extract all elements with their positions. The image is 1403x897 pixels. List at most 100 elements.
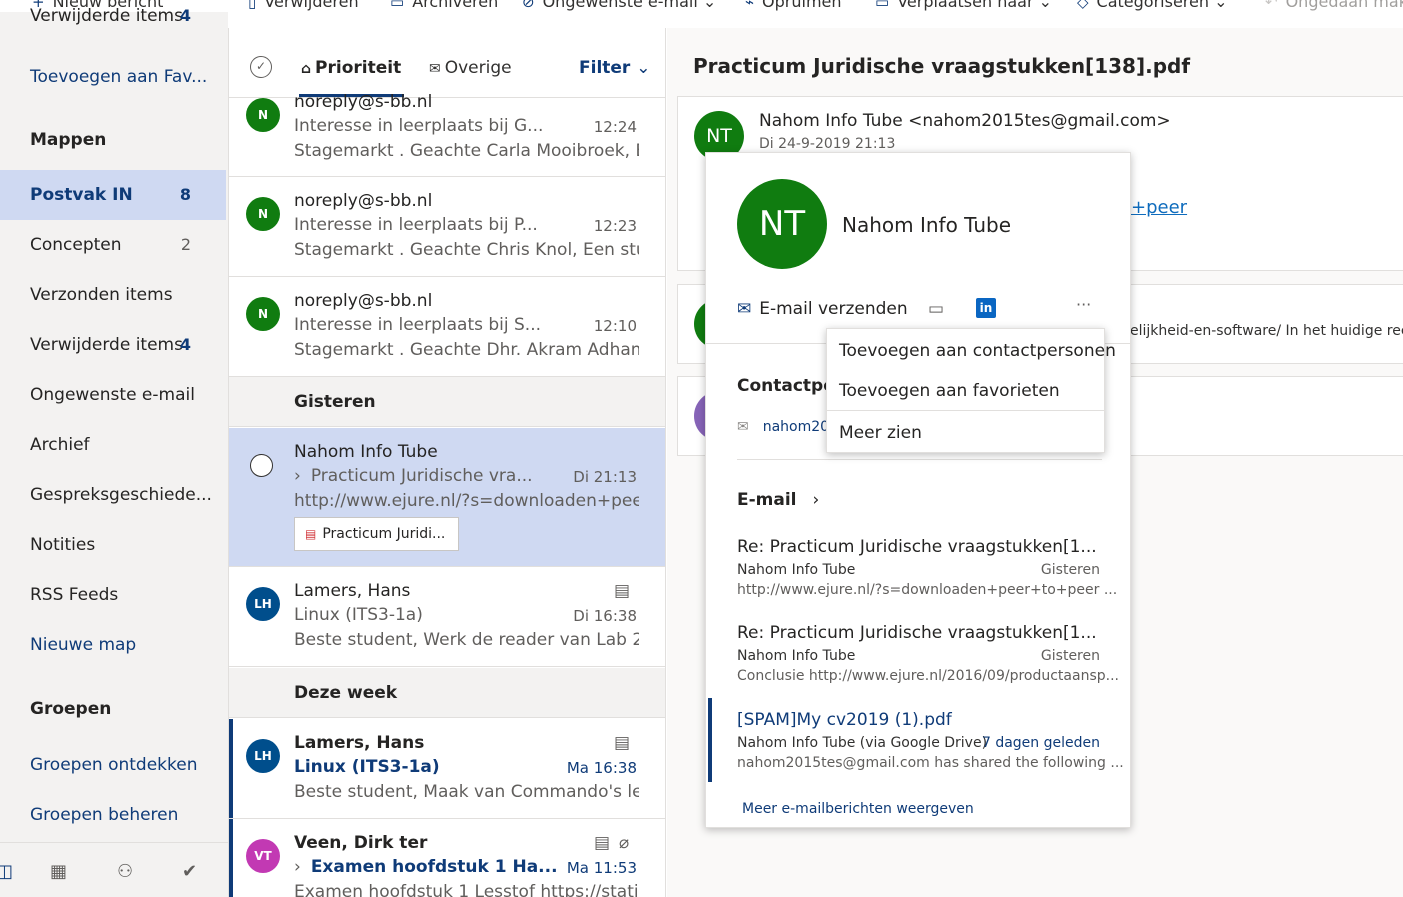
list-item[interactable]: N noreply@s-bb.nl Interesse in leerplaat… — [229, 177, 665, 277]
mail-sender: noreply@s-bb.nl — [294, 291, 433, 311]
sweep-button[interactable]: ⌁ Opruimen — [745, 0, 842, 11]
contact-email[interactable]: ✉ nahom20 — [737, 419, 829, 435]
mail-sender: Nahom Info Tube — [294, 442, 438, 462]
email-subject: Re: Practicum Juridische vraagstukken[1.… — [737, 623, 1097, 643]
nav-item-conversation-history[interactable]: Gespreksgeschiede... — [0, 470, 226, 520]
email-subject: [SPAM]My cv2019 (1).pdf — [737, 710, 952, 730]
more-options-menu: Toevoegen aan contactpersonen Toevoegen … — [826, 328, 1116, 453]
list-item[interactable]: N noreply@s-bb.nl Interesse in leerplaat… — [229, 277, 665, 377]
list-item[interactable]: LH Lamers, Hans ▤ Linux (ITS3-1a) Di 16:… — [229, 567, 665, 667]
tab-other[interactable]: ✉ Overige — [429, 58, 512, 78]
mail-time: 12:24 — [593, 118, 637, 136]
folders-heading: Mappen — [30, 130, 107, 150]
nav-item-sent[interactable]: Verzonden items — [0, 270, 226, 320]
calendar-icon: ▤ — [594, 833, 611, 853]
send-email-button[interactable]: ✉ E-mail verzenden — [737, 299, 908, 319]
mail-time: Di 16:38 — [573, 607, 637, 625]
new-folder-link[interactable]: Nieuwe map — [0, 620, 226, 670]
message-list: ✓ ⌂ Prioriteit ✉ Overige Filter ⌄ N norepl… — [228, 28, 666, 897]
list-item-unread[interactable]: LH Lamers, Hans ▤ Linux (ITS3-1a) Ma 16:… — [229, 719, 665, 819]
avatar: N — [246, 197, 280, 231]
discover-groups-link[interactable]: Groepen ontdekken — [0, 740, 226, 790]
chevron-down-icon: ⌄ — [1214, 0, 1228, 11]
contact-name: Nahom Info Tube — [842, 213, 1012, 237]
block-icon: ⊘ — [522, 0, 535, 11]
nav-item-notes[interactable]: Notities — [0, 520, 226, 570]
list-item-unread[interactable]: VT Veen, Dirk ter ▤ ⌀ › Examen hoofdstuk … — [229, 819, 665, 897]
menu-item-add-contact[interactable]: Toevoegen aan contactpersonen — [839, 341, 1116, 361]
mail-time: Di 21:13 — [573, 468, 637, 486]
more-options-button[interactable]: ··· — [1076, 295, 1091, 314]
chat-icon[interactable]: ▭ — [928, 299, 944, 319]
contact-card: NT Nahom Info Tube ✉ E-mail verzenden ▭ i… — [705, 152, 1131, 828]
avatar: N — [246, 98, 280, 132]
menu-item-see-more[interactable]: Meer zien — [839, 423, 922, 443]
nav-item-deleted-top[interactable]: Verwijderde items 4 — [0, 0, 226, 36]
people-icon[interactable]: ⚇ — [117, 861, 133, 882]
broom-icon: ⌁ — [745, 0, 755, 11]
mail-subject: Examen hoofdstuk 1 Ha... — [310, 857, 558, 877]
email-subject: Re: Practicum Juridische vraagstukken[1.… — [737, 537, 1097, 557]
add-favorite-link[interactable]: Toevoegen aan Fav... — [0, 52, 226, 102]
mail-icon[interactable]: ◫ — [0, 861, 13, 882]
unread-indicator — [229, 819, 233, 897]
manage-groups-link[interactable]: Groepen beheren — [0, 790, 226, 840]
group-header-this-week: Deze week — [229, 668, 665, 718]
email-item[interactable]: Re: Practicum Juridische vraagstukken[1.… — [706, 619, 1130, 689]
email-preview: Conclusie http://www.ejure.nl/2016/09/pr… — [737, 668, 1119, 684]
move-icon: ▭ — [875, 0, 890, 11]
list-item-selected[interactable]: Nahom Info Tube › Practicum Juridische vr… — [229, 428, 665, 567]
nav-item-inbox[interactable]: Postvak IN 8 — [0, 170, 226, 220]
categorize-button[interactable]: ◇ Categoriseren ⌄ — [1077, 0, 1228, 11]
email-item-unread[interactable]: [SPAM]My cv2019 (1).pdf Nahom Info Tube … — [706, 698, 1130, 782]
mail-preview: Stagemarkt . Geachte Carla Mooibroek, Ee… — [294, 141, 639, 161]
chevron-down-icon: ⌄ — [1038, 0, 1053, 11]
chevron-right-icon: › — [294, 466, 301, 486]
nav-item-junk[interactable]: Ongewenste e-mail — [0, 370, 226, 420]
chevron-right-icon: › — [812, 490, 820, 510]
tasks-icon[interactable]: ✔ — [182, 861, 197, 882]
contact-avatar: NT — [737, 179, 827, 269]
select-all-checkbox[interactable]: ✓ — [250, 56, 272, 78]
nav-item-drafts[interactable]: Concepten 2 — [0, 220, 226, 270]
tab-priority[interactable]: ⌂ Prioriteit — [301, 58, 401, 78]
nav-item-deleted[interactable]: Verwijderde items 4 — [0, 320, 226, 370]
move-button[interactable]: ▭ Verplaatsen naar ⌄ — [875, 0, 1052, 11]
tag-icon: ◇ — [1077, 0, 1089, 11]
select-checkbox[interactable] — [250, 454, 273, 477]
avatar: LH — [246, 587, 280, 621]
mail-sender: Veen, Dirk ter — [294, 833, 428, 853]
mail-subject: Interesse in leerplaats bij P... — [294, 215, 538, 235]
archive-button[interactable]: ▭ Archiveren — [390, 0, 498, 11]
undo-button[interactable]: ↶ Ongedaan mak — [1265, 0, 1403, 11]
mail-icon: ✉ — [737, 419, 749, 435]
filter-button[interactable]: Filter ⌄ — [579, 58, 650, 78]
nav-item-rss-feeds[interactable]: RSS Feeds — [0, 570, 226, 620]
junk-button[interactable]: ⊘ Ongewenste e-mail ⌄ — [522, 0, 716, 11]
calendar-icon[interactable]: ▦ — [50, 861, 67, 882]
message-sender[interactable]: Nahom Info Tube <nahom2015tes@gmail.com> — [759, 111, 1171, 131]
mail-subject: Practicum Juridische vra... — [310, 466, 533, 486]
delete-button[interactable]: ▯ Verwijderen — [248, 0, 359, 11]
nav-item-archive[interactable]: Archief — [0, 420, 226, 470]
list-item[interactable]: N noreply@s-bb.nl Interesse in leerplaat… — [229, 92, 665, 177]
mail-preview: http://www.ejure.nl/?s=downloaden+peer..… — [294, 491, 639, 511]
mail-preview: Stagemarkt . Geachte Dhr. Akram Adham, .… — [294, 340, 639, 360]
email-section-heading[interactable]: E-mail › — [737, 490, 819, 510]
message-title: Practicum Juridische vraagstukken[138].p… — [693, 54, 1191, 78]
unread-indicator — [708, 698, 712, 782]
email-sender: Nahom Info Tube (via Google Drive) — [737, 735, 988, 751]
unread-indicator — [229, 719, 233, 818]
calendar-icon: ▤ — [614, 733, 631, 753]
chevron-down-icon: ⌄ — [702, 0, 717, 11]
mail-subject: Interesse in leerplaats bij S... — [294, 315, 542, 335]
avatar: N — [246, 297, 280, 331]
attachment-chip[interactable]: ▤ Practicum Juridi... — [294, 517, 459, 551]
groups-heading: Groepen — [30, 699, 112, 719]
avatar: LH — [246, 739, 280, 773]
pdf-icon: ▤ — [305, 527, 317, 541]
more-emails-link[interactable]: Meer e-mailberichten weergeven — [742, 801, 974, 817]
linkedin-icon[interactable]: in — [976, 298, 996, 318]
menu-item-add-favorite[interactable]: Toevoegen aan favorieten — [839, 381, 1060, 401]
email-item[interactable]: Re: Practicum Juridische vraagstukken[1.… — [706, 533, 1130, 603]
